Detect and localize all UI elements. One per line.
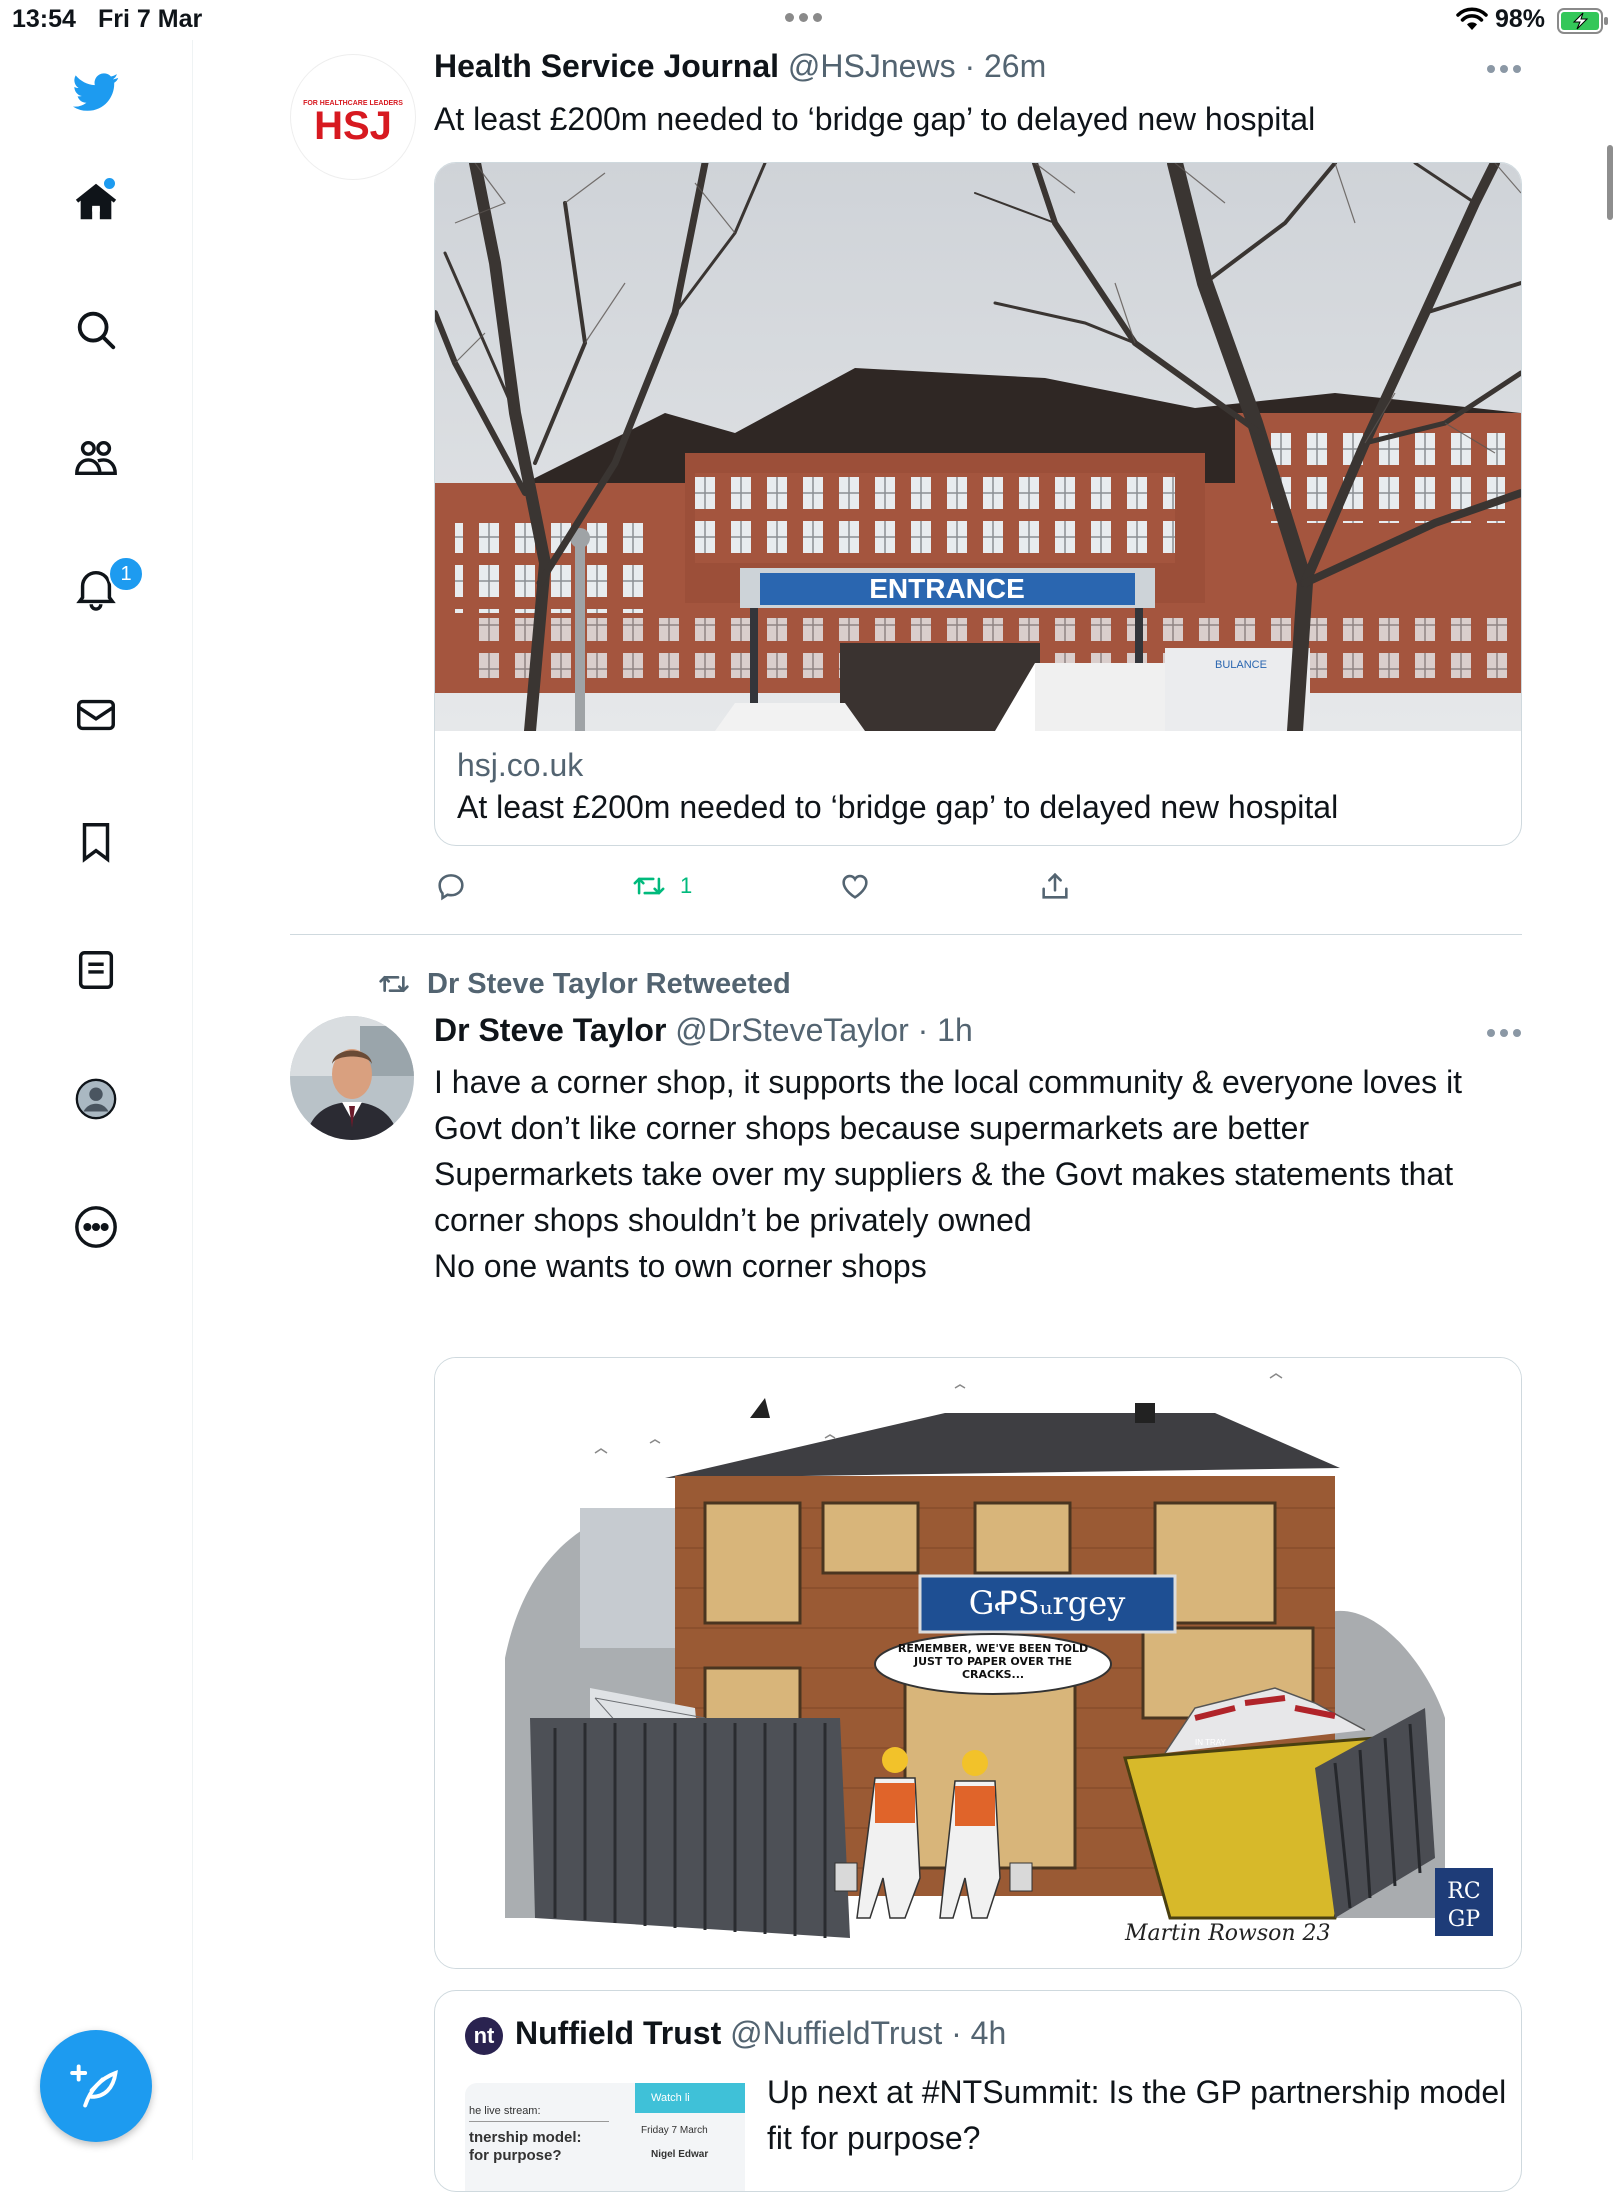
hsj-avatar[interactable]: FOR HEALTHCARE LEADERS HSJ xyxy=(290,54,416,180)
tweet-line-2: Govt don’t like corner shops because sup… xyxy=(434,1110,1310,1146)
quote-header: Nuffield Trust @NuffieldTrust · 4h xyxy=(515,2015,1006,2052)
thumb-title-2: for purpose? xyxy=(469,2147,562,2164)
header-separator: · xyxy=(955,48,984,84)
header-separator: · xyxy=(908,1012,938,1048)
share-icon xyxy=(1042,872,1068,899)
twitter-bird-icon[interactable] xyxy=(66,62,126,122)
bookmark-icon[interactable] xyxy=(66,812,126,872)
quoted-tweet[interactable]: nt Nuffield Trust @NuffieldTrust · 4h Wa… xyxy=(434,1990,1522,2192)
tweet-actions: 1 xyxy=(434,866,1134,906)
mail-icon[interactable] xyxy=(66,685,126,745)
more-circle-icon[interactable] xyxy=(66,1197,126,1257)
nuffield-avatar[interactable]: nt xyxy=(465,2017,503,2055)
author-handle[interactable]: @HSJnews xyxy=(788,48,956,84)
list-icon[interactable] xyxy=(66,940,126,1000)
tweet-text: At least £200m needed to ‘bridge gap’ to… xyxy=(434,101,1316,137)
compose-feather-icon xyxy=(70,2064,118,2108)
tweet-line-4: No one wants to own corner shops xyxy=(434,1248,927,1284)
profile-icon[interactable] xyxy=(66,1069,126,1129)
author-name[interactable]: Health Service Journal xyxy=(434,48,779,84)
status-bar: 13:54 Fri 7 Mar 98% xyxy=(0,0,1620,40)
quote-time[interactable]: 4h xyxy=(971,2015,1007,2051)
author-handle[interactable]: @DrSteveTaylor xyxy=(675,1012,908,1048)
retweet-button[interactable]: 1 xyxy=(632,866,692,906)
like-button[interactable] xyxy=(838,866,872,906)
retweet-icon xyxy=(633,877,665,895)
tweet-header: Health Service Journal @HSJnews · 26m xyxy=(434,48,1046,85)
multitasking-dots-icon[interactable] xyxy=(785,13,822,22)
quote-text: Up next at #NTSummit: Is the GP partners… xyxy=(767,2074,1507,2156)
quote-thumbnail[interactable]: Watch li he live stream: tnership model:… xyxy=(465,2083,745,2191)
status-date: Fri 7 Mar xyxy=(98,5,203,33)
tweet-header: Dr Steve Taylor @DrSteveTaylor · 1h xyxy=(434,1012,973,1049)
retweeted-by[interactable]: Dr Steve Taylor Retweeted xyxy=(375,964,791,1004)
scrollbar[interactable] xyxy=(1607,145,1613,220)
live-stream-label: he live stream: xyxy=(469,2105,541,2117)
heart-icon xyxy=(842,874,868,899)
search-icon[interactable] xyxy=(66,300,126,360)
more-options-icon[interactable] xyxy=(1487,65,1521,75)
tweet-divider xyxy=(290,934,1522,935)
author-name[interactable]: Dr Steve Taylor xyxy=(434,1012,666,1048)
tweet-text: I have a corner shop, it supports the lo… xyxy=(434,1059,1524,1289)
entrance-sign: ENTRANCE xyxy=(869,573,1025,604)
rcgp-logo-rc: RC xyxy=(1447,1879,1480,1904)
gp-surgery-cartoon: GꝒSᵤrgey REMEMBER, WE'VE BEEN TOLD JUST … xyxy=(435,1358,1521,1968)
battery-charging-icon xyxy=(1557,8,1608,34)
steve-taylor-avatar[interactable] xyxy=(290,1016,414,1140)
tweet-line-1: I have a corner shop, it supports the lo… xyxy=(434,1064,1463,1100)
ambulance-sign: BULANCE xyxy=(1215,659,1267,671)
communities-icon[interactable] xyxy=(66,428,126,488)
home-new-dot xyxy=(104,178,115,189)
tweet-time[interactable]: 1h xyxy=(937,1012,973,1048)
quote-author-name[interactable]: Nuffield Trust xyxy=(515,2015,721,2051)
hospital-photo: ENTRANCE BULANCE xyxy=(435,163,1521,731)
reply-button[interactable] xyxy=(434,866,468,906)
link-card[interactable]: ENTRANCE BULANCE hsj.co.uk At least £200… xyxy=(434,162,1522,846)
sidebar: 1 xyxy=(0,40,193,2160)
thumb-title-1: tnership model: xyxy=(469,2129,582,2146)
tweet-line-3: Supermarkets take over my suppliers & th… xyxy=(434,1156,1454,1238)
hsj-logo-text: HSJ xyxy=(314,104,392,148)
artist-signature: Martin Rowson 23 xyxy=(1124,1921,1331,1946)
battery-percent: 98% xyxy=(1495,5,1546,33)
card-title: At least £200m needed to ‘bridge gap’ to… xyxy=(457,789,1339,825)
quote-author-handle[interactable]: @NuffieldTrust xyxy=(730,2015,942,2051)
watch-live-label: Watch li xyxy=(651,2092,690,2104)
speech-bubble: REMEMBER, WE'VE BEEN TOLD JUST TO PAPER … xyxy=(897,1642,1089,1681)
cartoon-image[interactable]: GꝒSᵤrgey REMEMBER, WE'VE BEEN TOLD JUST … xyxy=(434,1357,1522,1969)
share-button[interactable] xyxy=(1038,866,1072,906)
compose-button[interactable] xyxy=(40,2030,152,2142)
gp-surgery-sign: GꝒSᵤrgey xyxy=(969,1584,1126,1622)
in-tray-label: IN TRAY xyxy=(1195,1738,1226,1747)
card-domain: hsj.co.uk xyxy=(457,747,584,783)
tweet-time[interactable]: 26m xyxy=(984,48,1046,84)
notifications-badge: 1 xyxy=(108,556,144,592)
more-options-icon[interactable] xyxy=(1487,1029,1521,1039)
quote-separator: · xyxy=(942,2015,971,2051)
thumb-speaker: Nigel Edwar xyxy=(651,2149,709,2160)
retweeted-by-label: Dr Steve Taylor Retweeted xyxy=(427,967,791,1000)
wifi-icon xyxy=(1456,7,1488,30)
retweet-icon xyxy=(379,976,409,992)
reply-icon xyxy=(438,874,464,901)
home-icon[interactable] xyxy=(66,172,126,232)
bell-icon[interactable]: 1 xyxy=(66,556,144,618)
thumb-date: Friday 7 March xyxy=(641,2125,708,2136)
retweet-count: 1 xyxy=(680,873,693,898)
status-time: 13:54 xyxy=(12,5,76,33)
rcgp-logo-gp: GP xyxy=(1448,1907,1481,1932)
